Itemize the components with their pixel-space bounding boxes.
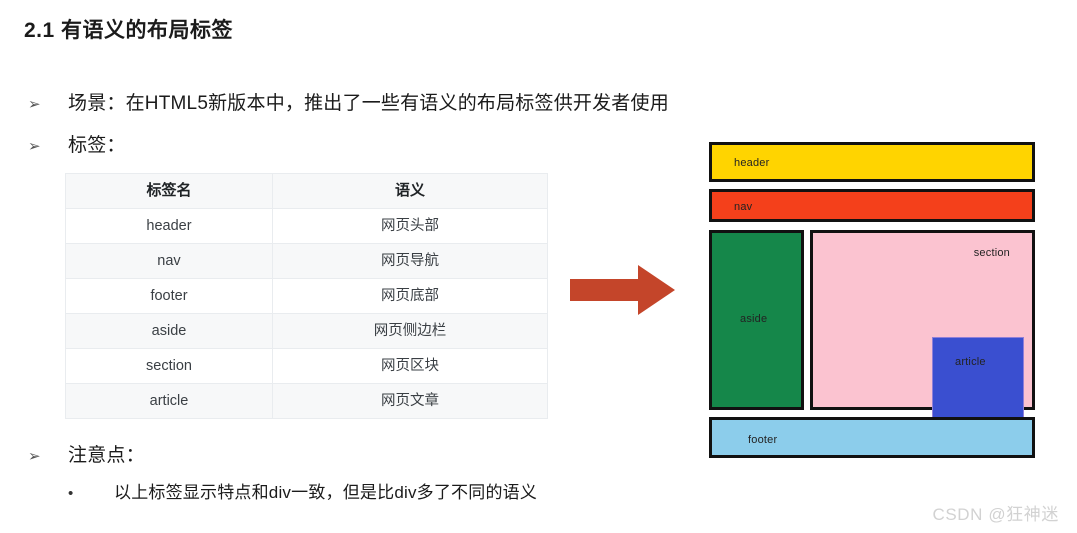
table-cell-meaning: 网页底部 bbox=[272, 278, 548, 314]
html5-layout-diagram: header nav aside section article footer bbox=[709, 142, 1035, 458]
semantic-tags-table: 标签名 语义 header 网页头部 nav 网页导航 footer 网页底部 … bbox=[65, 173, 548, 419]
diagram-label-section: section bbox=[973, 247, 1010, 259]
table-row: footer 网页底部 bbox=[65, 278, 548, 314]
arrow-bullet-icon: ➢ bbox=[28, 96, 41, 113]
table-row: header 网页头部 bbox=[65, 208, 548, 244]
subbullet-note-item: • 以上标签显示特点和div一致，但是比div多了不同的语义 bbox=[68, 478, 537, 503]
diagram-box-nav: nav bbox=[709, 189, 1035, 222]
bullet-notes: ➢ 注意点： bbox=[28, 440, 145, 467]
csdn-watermark: CSDN @狂神迷 bbox=[932, 505, 1059, 524]
bullet-scenario-label: 场景：在HTML5新版本中，推出了一些有语义的布局标签供开发者使用 bbox=[68, 93, 669, 114]
diagram-label-article: article bbox=[955, 356, 986, 368]
table-cell-meaning: 网页文章 bbox=[272, 383, 548, 419]
diagram-label-header: header bbox=[734, 157, 770, 169]
diagram-box-article: article bbox=[932, 337, 1024, 419]
diagram-label-aside: aside bbox=[740, 313, 768, 325]
table-cell-tag: header bbox=[65, 208, 273, 244]
table-row: article 网页文章 bbox=[65, 383, 548, 419]
diagram-box-aside: aside bbox=[709, 230, 804, 410]
table-cell-tag: aside bbox=[65, 313, 273, 349]
table-cell-meaning: 网页头部 bbox=[272, 208, 548, 244]
bullet-scenario: ➢ 场景：在HTML5新版本中，推出了一些有语义的布局标签供开发者使用 bbox=[28, 88, 669, 115]
right-arrow-icon bbox=[570, 265, 675, 315]
page-title: 2.1 有语义的布局标签 bbox=[24, 19, 234, 42]
table-row: section 网页区块 bbox=[65, 348, 548, 384]
bullet-tags: ➢ 标签： bbox=[28, 130, 126, 157]
table-cell-tag: footer bbox=[65, 278, 273, 314]
dot-bullet-icon: • bbox=[68, 485, 74, 502]
diagram-box-header: header bbox=[709, 142, 1035, 182]
table-row: aside 网页侧边栏 bbox=[65, 313, 548, 349]
table-header-cell: 语义 bbox=[272, 173, 548, 209]
arrow-bullet-icon: ➢ bbox=[28, 138, 41, 155]
table-cell-meaning: 网页侧边栏 bbox=[272, 313, 548, 349]
table-cell-tag: article bbox=[65, 383, 273, 419]
table-header-cell: 标签名 bbox=[65, 173, 273, 209]
subbullet-note-label: 以上标签显示特点和div一致，但是比div多了不同的语义 bbox=[114, 483, 538, 502]
table-header-row: 标签名 语义 bbox=[65, 173, 548, 209]
table-row: nav 网页导航 bbox=[65, 243, 548, 279]
arrow-bullet-icon: ➢ bbox=[28, 448, 41, 465]
diagram-label-footer: footer bbox=[748, 434, 778, 446]
diagram-label-nav: nav bbox=[734, 201, 753, 213]
table-cell-meaning: 网页区块 bbox=[272, 348, 548, 384]
table-cell-tag: section bbox=[65, 348, 273, 384]
diagram-box-footer: footer bbox=[709, 417, 1035, 458]
table-cell-tag: nav bbox=[65, 243, 273, 279]
table-cell-meaning: 网页导航 bbox=[272, 243, 548, 279]
bullet-notes-label: 注意点： bbox=[68, 445, 145, 466]
diagram-box-section: section article bbox=[810, 230, 1035, 419]
bullet-tags-label: 标签： bbox=[68, 135, 126, 156]
